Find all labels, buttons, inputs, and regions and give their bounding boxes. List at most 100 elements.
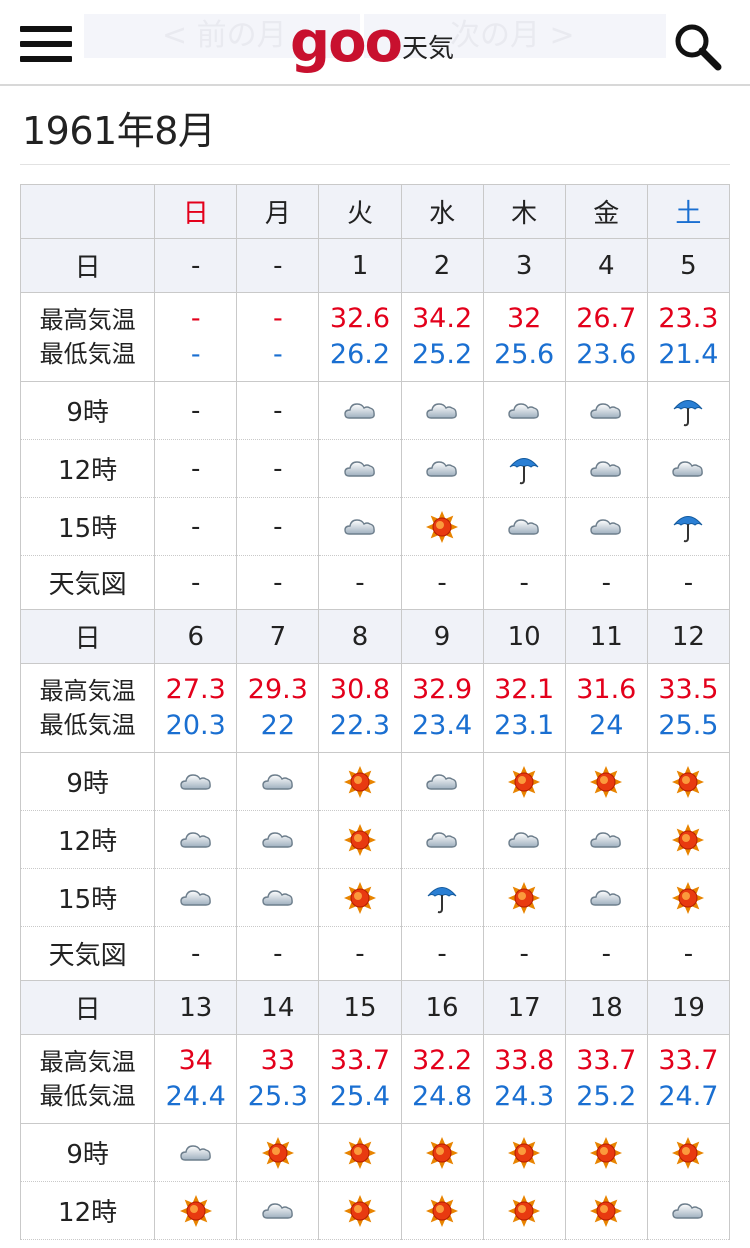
max-temp: 33.5 [658,674,719,705]
row-label: 12時 [19,1181,156,1240]
weekday-header: 木 [482,184,566,239]
weather-map-cell: - [646,555,731,610]
weather-t12-row: 12時 [19,1181,731,1240]
max-temp: 30.8 [329,674,391,705]
cloud-icon [425,394,459,428]
empty-value: - [273,453,283,484]
min-temp: 23.6 [576,339,637,370]
max-temp: 32.1 [494,674,555,705]
cloud-icon [261,881,295,915]
day-number: 4 [598,250,615,281]
empty-value: - [437,938,447,969]
weather-cell [482,810,566,869]
weather-map-cell: - [400,555,484,610]
row-label-text: 9時 [66,769,109,799]
cloud-icon [425,452,459,486]
cloud-icon [261,823,295,857]
weather-cell [564,810,648,869]
row-label-text: 12時 [58,456,118,486]
cloud-icon [343,394,377,428]
cloud-icon [589,452,623,486]
empty-value: - [683,938,694,969]
temperature-cell: 33.7 25.4 [318,1034,402,1124]
goo-weather-logo[interactable]: goo 天気 [290,10,470,75]
weather-cell [646,1181,731,1240]
empty-value: - [601,938,611,969]
day-number: 12 [671,621,705,652]
day-number: 7 [269,621,287,652]
max-temp: - [272,303,283,334]
weather-cell [400,1181,484,1240]
weather-cell: - [154,439,238,498]
weather-cell [646,497,731,556]
day-number: 5 [680,250,697,281]
weather-cell [564,1123,648,1182]
weather-cell [154,810,238,869]
day-row: 日 - - 1 2 3 4 5 [19,238,731,293]
umbrella-icon [671,510,705,544]
divider [20,164,730,165]
weather-cell [646,381,731,440]
umbrella-icon [671,394,705,428]
menu-icon[interactable] [20,26,72,62]
day-cell: 13 [154,980,238,1035]
cloud-icon [507,394,541,428]
temperature-cell: 32 25.6 [482,292,566,382]
row-label-text: 12時 [58,827,118,857]
cloud-icon [671,1194,705,1228]
empty-value: - [191,395,201,426]
weather-cell [318,1181,402,1240]
empty-value: - [191,938,201,969]
day-number: 10 [507,621,541,652]
weekday-header: 月 [236,184,320,239]
empty-value: - [273,395,283,426]
weather-cell [482,1181,566,1240]
weather-calendar: 日月火水木金土日 - -1 2 3 4 5 最高気温 最低気温 - - - -32.6 26.2 34.2 2… [19,184,731,1240]
day-number: 9 [433,621,451,652]
weather-map-cell: - [646,926,731,981]
weather-map-cell: - [564,555,648,610]
cloud-icon [343,510,377,544]
sun-icon [261,1136,295,1170]
weekday-label: 水 [429,199,456,229]
sun-icon [507,1194,541,1228]
weather-cell [646,810,731,869]
weather-cell: - [154,381,238,440]
weather-cell [564,752,648,811]
cloud-icon [507,510,541,544]
min-temp: 24.8 [412,1081,473,1112]
weather-map-row: 天気図 - - - - - - - [19,555,731,610]
weekday-header: 土 [646,184,731,239]
min-temp: 22.3 [329,710,391,741]
min-temp: 25.3 [247,1081,308,1112]
min-temp: - [272,339,283,370]
weather-cell [318,868,402,927]
weather-cell [564,1181,648,1240]
weather-cell [564,497,648,556]
row-label: 12時 [19,439,156,498]
row-label-text: 9時 [66,1140,109,1170]
day-cell: 3 [482,238,566,293]
weather-t12-row: 12時 [19,810,731,869]
day-cell: 10 [482,609,566,664]
search-icon[interactable] [672,22,726,72]
day-number: 18 [589,992,623,1023]
day-cell: 14 [236,980,320,1035]
weather-cell [482,752,566,811]
weather-cell [646,1123,731,1182]
row-label-text: 日 [74,995,101,1025]
sun-icon [343,823,377,857]
day-row: 日 13 14 15 16 17 18 19 [19,980,731,1035]
min-temp: 23.4 [412,710,473,741]
day-number: 14 [261,992,295,1023]
cloud-icon [179,765,213,799]
temperature-cell: 32.9 23.4 [400,663,484,753]
row-label: 日 [19,609,156,664]
row-label: 天気図 [19,926,156,981]
weather-cell [236,1123,320,1182]
max-temp: 34.2 [412,303,473,334]
max-temp: - [190,303,201,334]
weather-map-cell: - [564,926,648,981]
weekday-label: 木 [511,199,538,229]
weekday-label: 日 [182,199,209,229]
